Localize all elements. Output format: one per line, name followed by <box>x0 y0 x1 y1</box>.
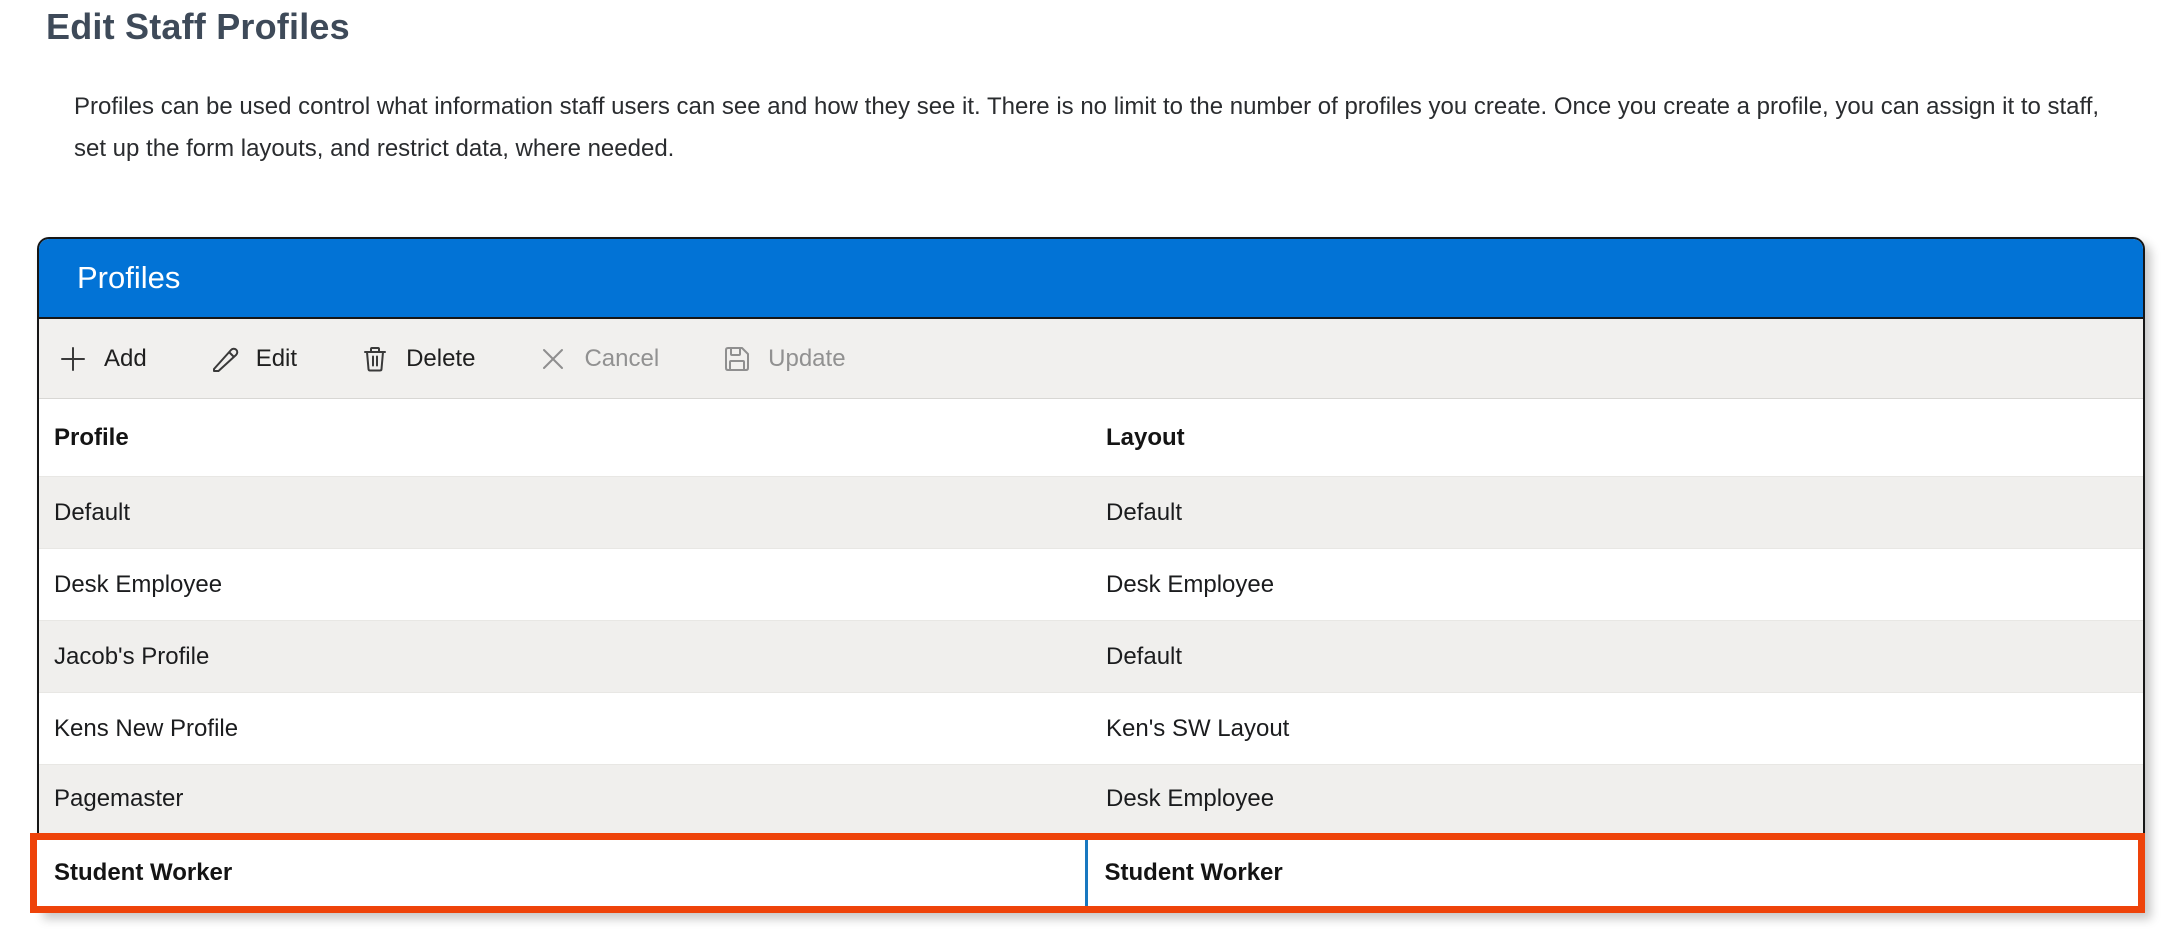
floppy-icon <box>721 343 753 375</box>
edit-button[interactable]: Edit <box>209 343 297 375</box>
profile-cell: Student Worker <box>37 840 1088 906</box>
page-description: Profiles can be used control what inform… <box>74 86 2114 170</box>
layout-cell: Student Worker <box>1088 840 2139 906</box>
cancel-button-label: Cancel <box>584 345 659 373</box>
column-header-profile: Profile <box>39 399 1091 476</box>
profiles-table: Profile Layout Default Default Desk Empl… <box>39 399 2143 913</box>
layout-cell: Desk Employee <box>1091 549 2143 620</box>
profile-cell: Jacob's Profile <box>39 621 1091 692</box>
table-row[interactable]: Jacob's Profile Default <box>39 620 2143 692</box>
layout-cell: Ken's SW Layout <box>1091 693 2143 764</box>
update-button[interactable]: Update <box>721 343 845 375</box>
add-button-label: Add <box>104 345 147 373</box>
column-header-layout: Layout <box>1091 399 2143 476</box>
pencil-icon <box>209 343 241 375</box>
table-row[interactable]: Pagemaster Desk Employee <box>39 764 2143 833</box>
profile-cell: Kens New Profile <box>39 693 1091 764</box>
page-title: Edit Staff Profiles <box>46 6 350 48</box>
table-header-row: Profile Layout <box>39 399 2143 476</box>
x-icon <box>537 343 569 375</box>
delete-button-label: Delete <box>406 345 475 373</box>
edit-staff-profiles-page: Edit Staff Profiles Profiles can be used… <box>0 0 2182 940</box>
table-row-selected[interactable]: Student Worker Student Worker <box>30 833 2145 913</box>
table-row[interactable]: Desk Employee Desk Employee <box>39 548 2143 620</box>
update-button-label: Update <box>768 345 845 373</box>
profile-cell: Default <box>39 477 1091 548</box>
plus-icon <box>57 343 89 375</box>
table-row[interactable]: Kens New Profile Ken's SW Layout <box>39 692 2143 764</box>
trash-icon <box>359 343 391 375</box>
delete-button[interactable]: Delete <box>359 343 475 375</box>
profiles-toolbar: Add Edit <box>39 319 2143 399</box>
edit-button-label: Edit <box>256 345 297 373</box>
layout-cell: Default <box>1091 477 2143 548</box>
panel-title: Profiles <box>77 260 180 296</box>
profile-cell: Desk Employee <box>39 549 1091 620</box>
profiles-panel: Profiles Add Edit <box>37 237 2145 913</box>
table-row[interactable]: Default Default <box>39 476 2143 548</box>
cancel-button[interactable]: Cancel <box>537 343 659 375</box>
profile-cell: Pagemaster <box>39 765 1091 833</box>
layout-cell: Default <box>1091 621 2143 692</box>
layout-cell: Desk Employee <box>1091 765 2143 833</box>
profiles-panel-header: Profiles <box>39 239 2143 319</box>
add-button[interactable]: Add <box>57 343 147 375</box>
